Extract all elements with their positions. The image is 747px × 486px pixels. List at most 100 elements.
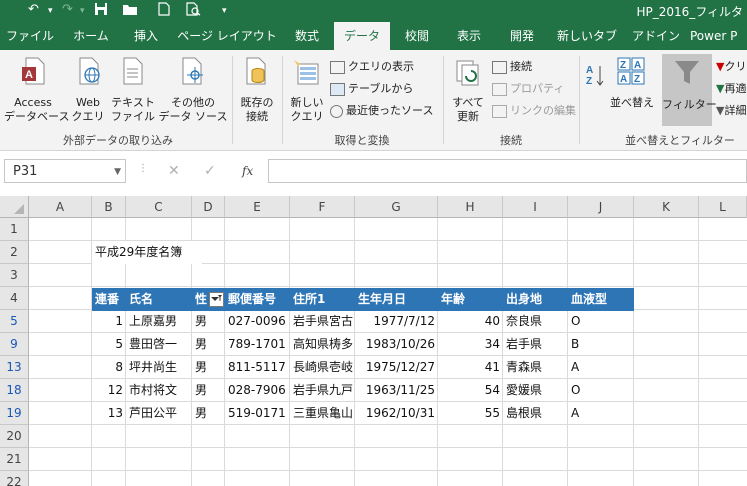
customize-toolbar-icon[interactable]: ▾ [222, 6, 227, 16]
column-header-b[interactable]: B [92, 196, 126, 218]
cell-gender[interactable]: 男 [192, 310, 225, 333]
row-header-18[interactable]: 18 [0, 379, 29, 402]
column-header-k[interactable]: K [634, 196, 699, 218]
cell-postal[interactable]: 027-0096 [225, 310, 290, 333]
row-header-4[interactable]: 4 [0, 287, 29, 310]
cell-age[interactable]: 54 [438, 379, 503, 402]
tab-file[interactable]: ファイル [0, 22, 60, 50]
column-header-g[interactable]: G [355, 196, 438, 218]
row-header-13[interactable]: 13 [0, 356, 29, 379]
tab-developer[interactable]: 開発 [498, 22, 546, 50]
reapply-button[interactable]: ▼再適 [716, 82, 746, 96]
formula-input[interactable] [268, 159, 747, 183]
cell-address[interactable]: 岩手県九戸 [290, 379, 355, 402]
undo-icon[interactable]: ↶ [28, 2, 39, 17]
header-gender[interactable]: 性 [192, 288, 207, 311]
column-header-f[interactable]: F [290, 196, 355, 218]
filter-button[interactable]: フィルター [662, 54, 717, 126]
cell-age[interactable]: 41 [438, 356, 503, 379]
cell-age[interactable]: 40 [438, 310, 503, 333]
cell-blood-type[interactable]: A [568, 402, 634, 425]
cell-blood-type[interactable]: A [568, 356, 634, 379]
save-icon[interactable] [94, 2, 108, 20]
row-header-5[interactable]: 5 [0, 310, 29, 333]
gender-filter-button[interactable] [209, 292, 224, 307]
cell-address[interactable]: 長崎県壱岐 [290, 356, 355, 379]
cell-age[interactable]: 55 [438, 402, 503, 425]
cell-age[interactable]: 34 [438, 333, 503, 356]
cell-gender[interactable]: 男 [192, 333, 225, 356]
cell-renban[interactable]: 8 [92, 356, 126, 379]
cell-renban[interactable]: 1 [92, 310, 126, 333]
header-birthplace[interactable]: 出身地 [503, 288, 542, 311]
folder-icon[interactable] [122, 2, 138, 20]
cell-birthplace[interactable]: 愛媛県 [503, 379, 568, 402]
cell-blood-type[interactable]: O [568, 379, 634, 402]
row-header-2[interactable]: 2 [0, 241, 29, 264]
chevron-down-icon[interactable]: ▼ [114, 160, 121, 184]
tab-insert[interactable]: 挿入 [122, 22, 170, 50]
tab-page-layout[interactable]: ページ レイアウト [174, 22, 280, 50]
column-header-e[interactable]: E [225, 196, 290, 218]
sheet-title[interactable]: 平成29年度名簿 [92, 241, 202, 264]
cell-postal[interactable]: 519-0171 [225, 402, 290, 425]
advanced-filter-button[interactable]: ▼詳細 [716, 104, 746, 118]
column-header-a[interactable]: A [29, 196, 92, 218]
print-preview-icon[interactable] [186, 2, 202, 20]
header-renban[interactable]: 連番 [92, 288, 119, 311]
row-header-21[interactable]: 21 [0, 448, 29, 471]
drag-handle-icon[interactable]: ⋮ [138, 163, 148, 174]
row-header-3[interactable]: 3 [0, 264, 29, 287]
cell-birthdate[interactable]: 1975/12/27 [355, 356, 438, 379]
cell-birthdate[interactable]: 1963/11/25 [355, 379, 438, 402]
cell-birthplace[interactable]: 奈良県 [503, 310, 568, 333]
enter-button[interactable]: ✓ [204, 159, 216, 183]
column-header-h[interactable]: H [438, 196, 503, 218]
row-header-20[interactable]: 20 [0, 425, 29, 448]
column-header-l[interactable]: L [699, 196, 747, 218]
cell-postal[interactable]: 789-1701 [225, 333, 290, 356]
text-file-button[interactable]: テキスト ファイル [110, 54, 156, 126]
cell-name[interactable]: 坪井尚生 [126, 356, 192, 379]
cell-gender[interactable]: 男 [192, 379, 225, 402]
cell-birthplace[interactable]: 青森県 [503, 356, 568, 379]
row-header-1[interactable]: 1 [0, 218, 29, 241]
tab-addins[interactable]: アドイン [628, 22, 684, 50]
cell-name[interactable]: 市村将文 [126, 379, 192, 402]
cell-name[interactable]: 豊田啓一 [126, 333, 192, 356]
tab-view[interactable]: 表示 [444, 22, 494, 50]
new-file-icon[interactable] [158, 2, 170, 20]
column-header-i[interactable]: I [503, 196, 568, 218]
tab-home[interactable]: ホーム [64, 22, 118, 50]
cell-postal[interactable]: 811-5117 [225, 356, 290, 379]
access-database-button[interactable]: A Access データベース [4, 54, 69, 126]
header-postal[interactable]: 郵便番号 [225, 288, 276, 311]
new-query-button[interactable]: 新しい クエリ [286, 54, 328, 126]
select-all-corner[interactable] [0, 196, 29, 218]
worksheet-grid[interactable]: A B C D E F G H I J K L 1 2 3 4 5 9 13 1… [0, 196, 747, 486]
show-queries-button[interactable]: クエリの表示 [330, 60, 414, 74]
tab-review[interactable]: 校閲 [394, 22, 440, 50]
cell-blood-type[interactable]: O [568, 310, 634, 333]
cell-birthdate[interactable]: 1962/10/31 [355, 402, 438, 425]
column-header-d[interactable]: D [192, 196, 225, 218]
insert-function-button[interactable]: fx [242, 159, 253, 183]
recent-sources-button[interactable]: 最近使ったソース [330, 104, 433, 118]
undo-dropdown-icon[interactable]: ▾ [48, 6, 53, 16]
header-age[interactable]: 年齢 [438, 288, 465, 311]
column-header-c[interactable]: C [126, 196, 192, 218]
tab-formulas[interactable]: 数式 [284, 22, 330, 50]
tab-data[interactable]: データ [334, 22, 390, 50]
existing-connections-button[interactable]: 既存の 接続 [236, 54, 278, 126]
cell-birthplace[interactable]: 島根県 [503, 402, 568, 425]
cell-name[interactable]: 芦田公平 [126, 402, 192, 425]
header-birthdate[interactable]: 生年月日 [355, 288, 406, 311]
refresh-all-button[interactable]: すべて 更新 [447, 54, 489, 126]
row-header-19[interactable]: 19 [0, 402, 29, 425]
cell-birthdate[interactable]: 1983/10/26 [355, 333, 438, 356]
web-query-button[interactable]: Web クエリ [68, 54, 108, 126]
name-box[interactable]: P31 ▼ [4, 159, 126, 183]
cancel-button[interactable]: ✕ [168, 159, 180, 183]
cell-blood-type[interactable]: B [568, 333, 634, 356]
row-header-9[interactable]: 9 [0, 333, 29, 356]
